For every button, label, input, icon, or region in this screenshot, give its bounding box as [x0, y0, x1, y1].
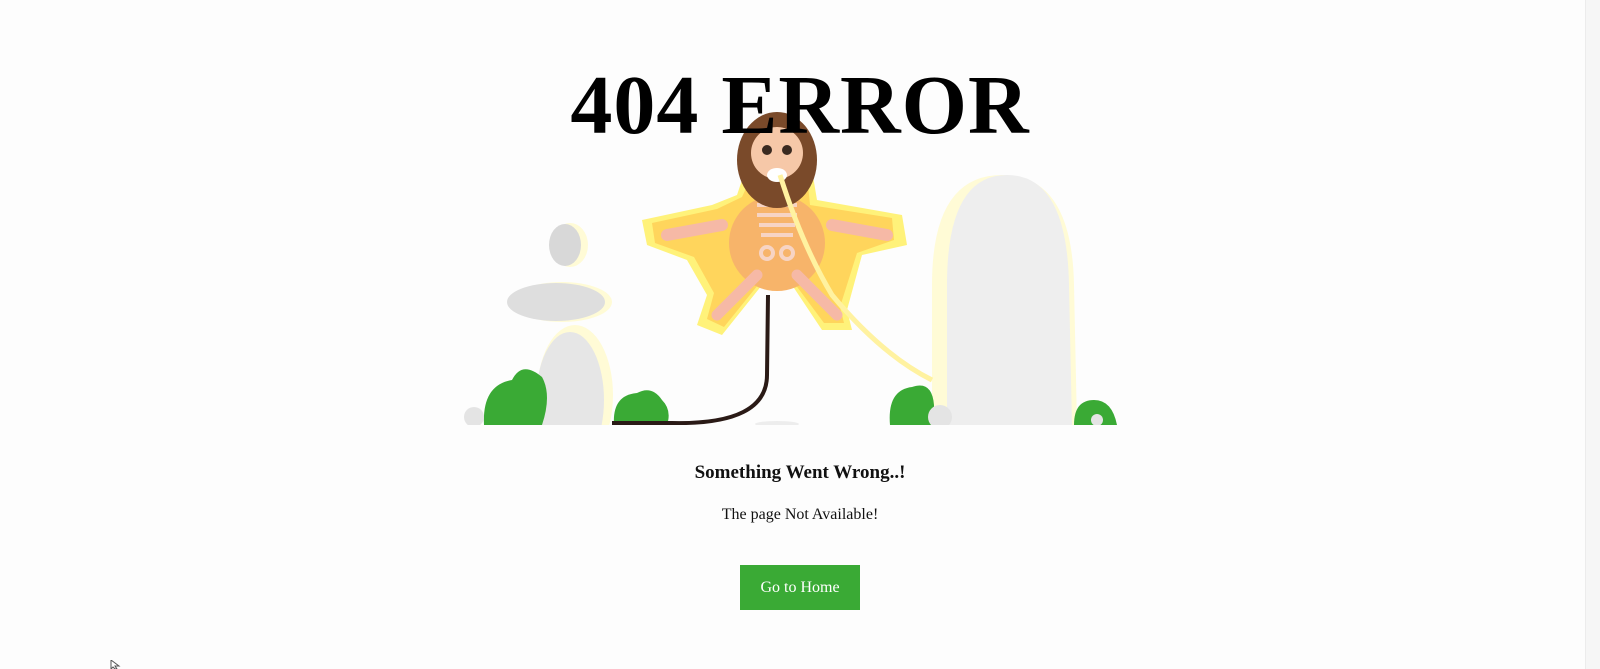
go-home-button[interactable]: Go to Home [740, 565, 860, 610]
error-page: 404 ERROR Something Went Wrong..! The pa… [0, 0, 1600, 669]
error-title: 404 ERROR [570, 59, 1030, 152]
error-message: The page Not Available! [721, 506, 879, 523]
scrollbar[interactable] [1585, 0, 1600, 669]
error-heading: Something Went Wrong..! [694, 462, 906, 483]
mouse-pointer-icon [110, 660, 121, 669]
